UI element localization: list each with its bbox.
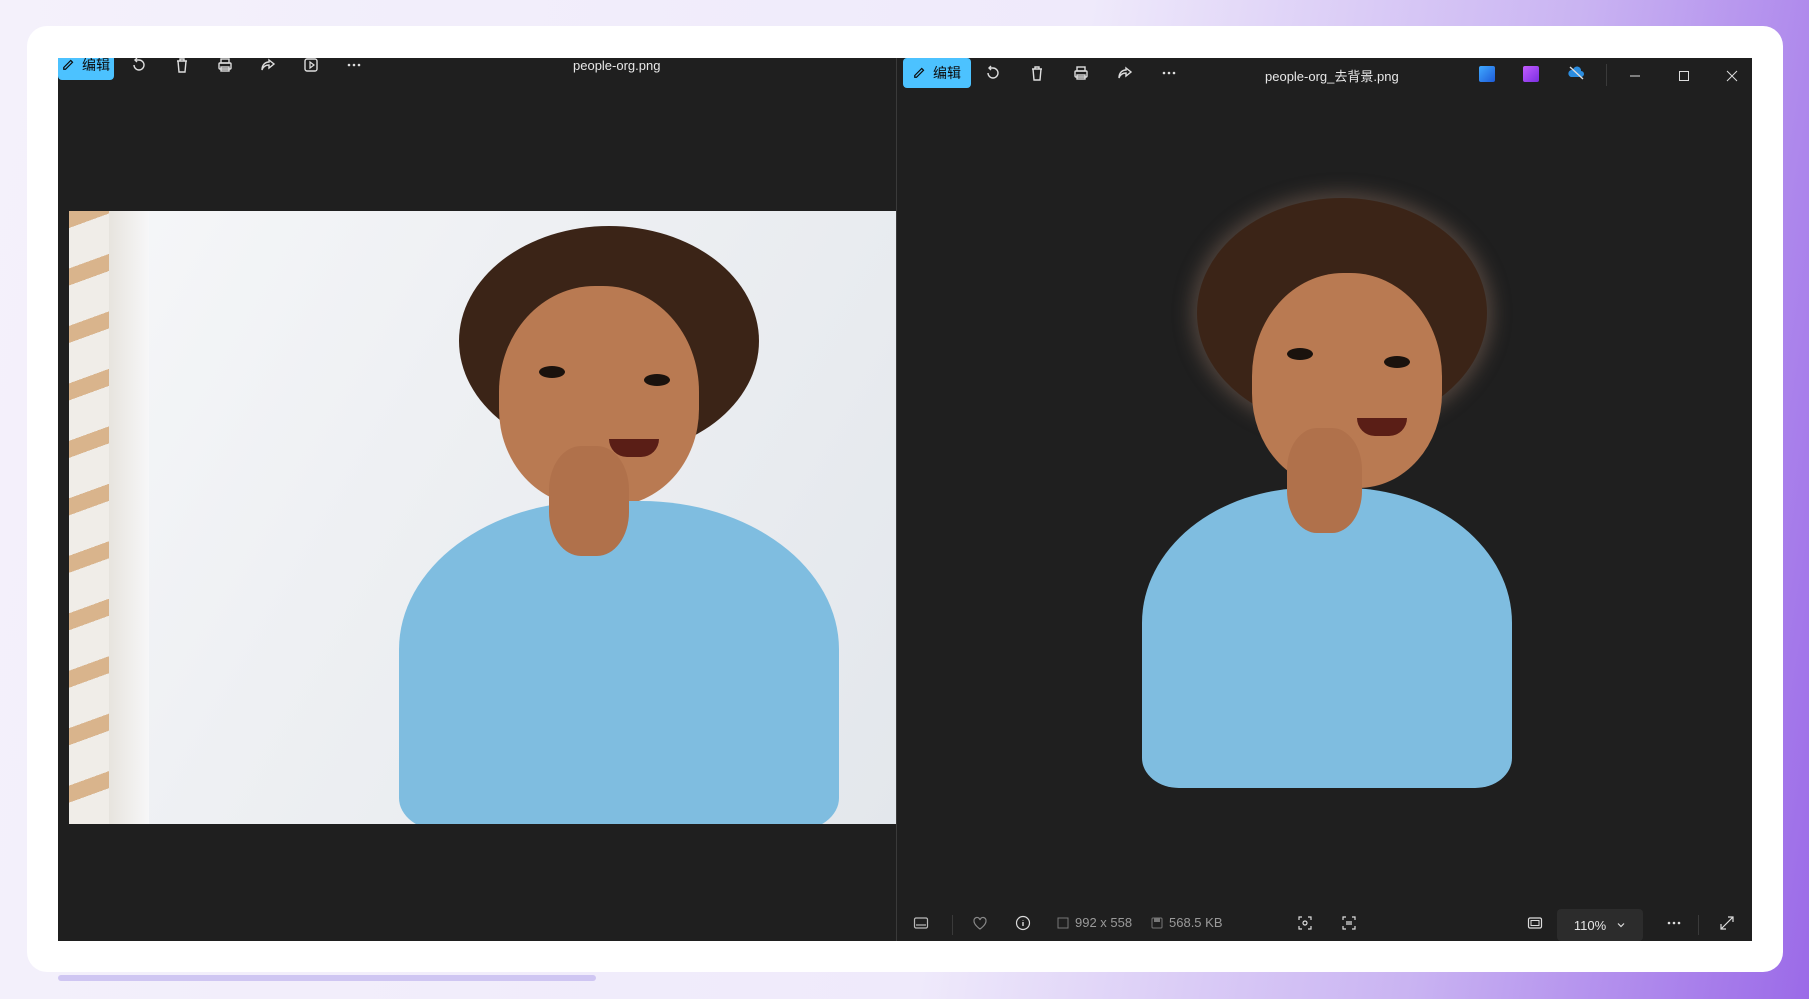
filesize-info: 568.5 KB [1151, 915, 1223, 930]
dimensions-info: 992 x 558 [1057, 915, 1132, 930]
photos-window-background-removed: 编辑 people-org_去背景.png 992 x 558 568.5 KB… [896, 58, 1752, 941]
baby-shirt [399, 501, 839, 824]
zoom-dropdown[interactable]: 110% [1557, 909, 1643, 941]
filesize-text: 568.5 KB [1169, 915, 1223, 930]
baby-hand [1287, 428, 1362, 533]
rotate-icon[interactable] [128, 58, 150, 76]
more-icon[interactable] [1665, 915, 1683, 931]
baby-eye-right [644, 374, 670, 386]
delete-icon[interactable] [171, 58, 193, 76]
share-icon[interactable] [257, 58, 279, 76]
baby-hand [549, 446, 629, 556]
expand-icon[interactable] [1719, 915, 1735, 931]
baby-eye-left [1287, 348, 1313, 360]
edit-icon [62, 58, 76, 74]
dimensions-text: 992 x 558 [1075, 915, 1133, 930]
status-bar: 992 x 558 568.5 KB 110% [897, 909, 1752, 941]
info-icon[interactable] [1015, 915, 1031, 931]
print-icon[interactable] [214, 58, 236, 76]
zoom-value: 110% [1573, 917, 1607, 933]
heart-icon[interactable] [972, 915, 988, 931]
file-title: people-org.png [573, 58, 661, 73]
baby-eye-right [1384, 356, 1410, 368]
scroll-indicator[interactable] [58, 975, 596, 981]
photo-original [69, 211, 896, 824]
status-divider [952, 915, 953, 935]
baby-eye-left [539, 366, 565, 378]
file-size-icon [1151, 917, 1163, 928]
photos-window-original: 编辑 people-org.png [58, 58, 896, 941]
filmstrip-icon[interactable] [913, 915, 929, 931]
slideshow-icon[interactable] [300, 58, 322, 76]
scan-icon[interactable] [1297, 915, 1313, 931]
text-scan-icon[interactable] [1341, 915, 1357, 931]
chevron-down-icon [1617, 923, 1625, 928]
image-size-icon [1057, 917, 1069, 928]
toolbar: 编辑 people-org.png [58, 58, 896, 88]
bed-sheet [109, 211, 149, 824]
photo-cutout [897, 58, 1752, 941]
more-icon[interactable] [343, 58, 365, 76]
edit-button[interactable]: 编辑 [58, 58, 114, 80]
status-divider [1698, 915, 1699, 935]
edit-label: 编辑 [82, 58, 110, 73]
baby-shirt [1142, 488, 1512, 788]
fit-icon[interactable] [1527, 915, 1543, 931]
